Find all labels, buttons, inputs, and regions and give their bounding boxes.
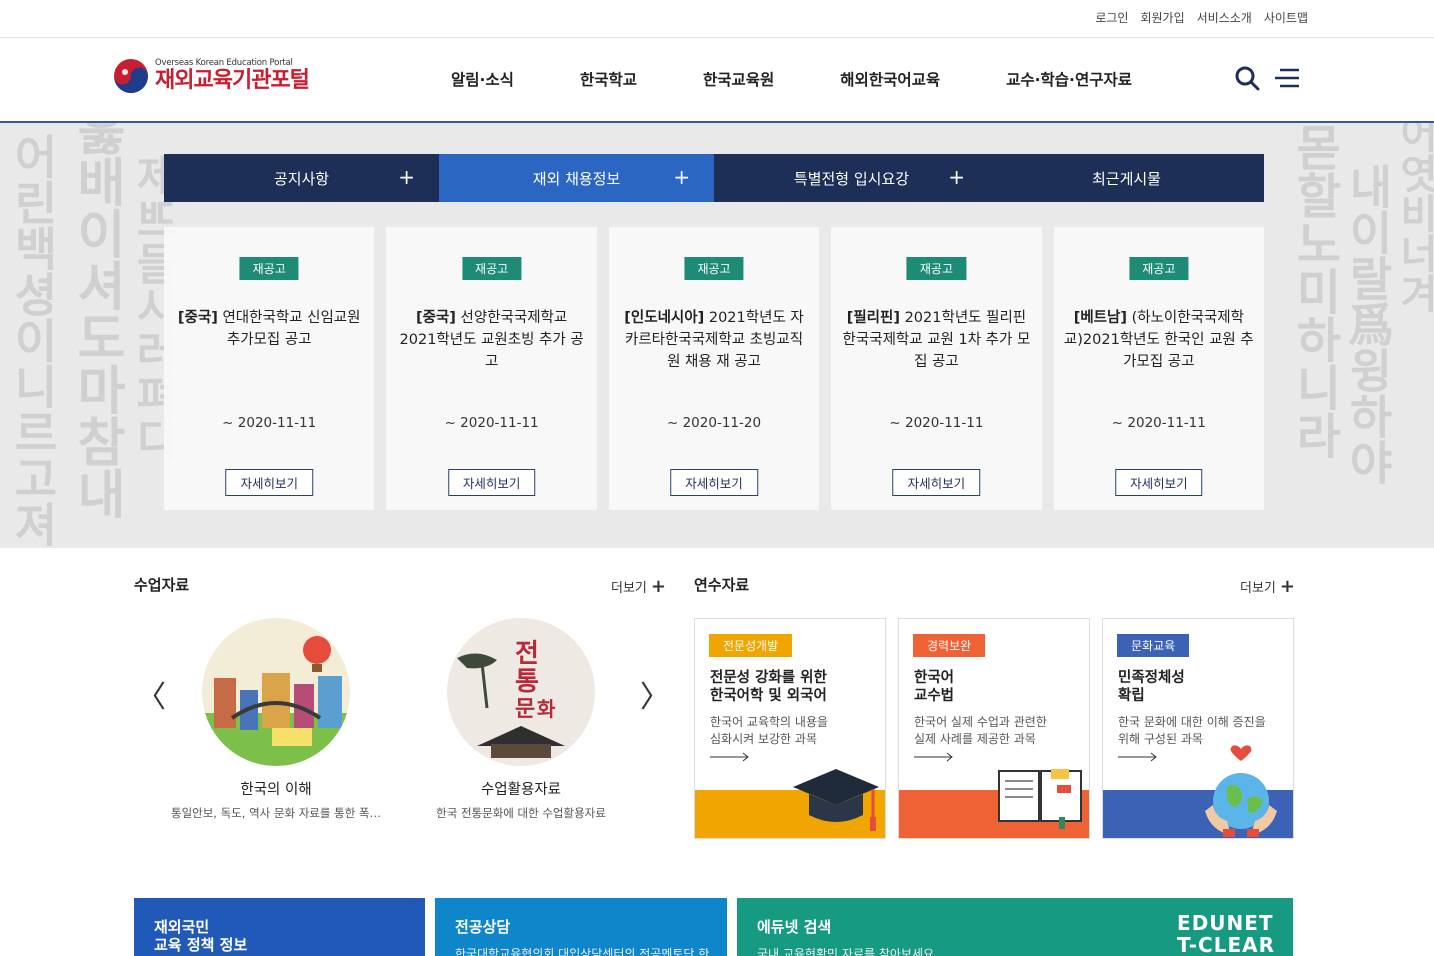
banner-title: 전공상담: [455, 918, 511, 936]
course-title: 전문성 강화를 위한 한국어학 및 외국어: [710, 670, 827, 704]
card-title: [중국] 연대한국학교 신임교원 추가모집 공고: [177, 310, 361, 348]
arrow-right-icon: [914, 752, 953, 762]
signup-link[interactable]: 회원가입: [1134, 9, 1190, 26]
card-date: ~ 2020-11-20: [666, 415, 762, 431]
tab-recruitment[interactable]: 재외 채용정보 +: [439, 154, 714, 202]
search-icon[interactable]: [1234, 65, 1260, 91]
course-card-career[interactable]: 경력보완 한국어 교수법 한국어 실제 수업과 관련한 실제 사례를 제공한 과목: [898, 618, 1090, 839]
card-title: [베트남] (하노이한국국제학교)2021학년도 한국인 교원 추가모집 공고: [1063, 310, 1254, 370]
banner-major-counseling[interactable]: 전공상담 한국대학교육협의회 대입상담센터의 전공멘토단 한: [435, 898, 727, 956]
card-title: [필리핀] 2021학년도 필리핀 한국국제학교 교원 1차 추가 모집 공고: [842, 310, 1031, 370]
recruitment-cards: 재공고 [중국] 연대한국학교 신임교원 추가모집 공고 ~ 2020-11-1…: [164, 227, 1265, 510]
svg-text:통: 통: [515, 667, 539, 697]
globe-hands-icon: [1205, 745, 1277, 837]
sitemap-link[interactable]: 사이트맵: [1258, 9, 1314, 26]
carousel-next-arrow[interactable]: 〉: [640, 672, 670, 716]
category-badge: 전문성개발: [709, 634, 793, 657]
utility-links: 로그인 회원가입 서비스소개 사이트맵: [1089, 9, 1314, 26]
login-link[interactable]: 로그인: [1089, 9, 1134, 26]
banner-education-policy[interactable]: 재외국민 교육 정책 정보: [134, 898, 425, 956]
recruit-card[interactable]: 재공고 [중국] 연대한국학교 신임교원 추가모집 공고 ~ 2020-11-1…: [164, 227, 375, 510]
nav-item-teaching-resources[interactable]: 교수·학습·연구자료: [973, 68, 1165, 90]
tab-notice[interactable]: 공지사항 +: [164, 154, 439, 202]
course-title: 한국어 교수법: [914, 670, 955, 704]
lessons-more-link[interactable]: 더보기 +: [611, 576, 666, 597]
banner-edunet-search[interactable]: 에듀넷 검색 국내 교육현황민 자료를 찾아보세요 EDUNET T-CLEAR: [737, 898, 1293, 956]
lessons-section-title: 수업자료: [134, 576, 190, 594]
status-badge: 재공고: [684, 257, 744, 280]
tab-special-admission[interactable]: 특별전형 입시요강 +: [714, 154, 989, 202]
course-title: 민족정체성 확립: [1118, 670, 1185, 704]
lesson-slide[interactable]: 한국의 이해 통일안보, 독도, 역사 문화 자료를 통한 폭…: [160, 618, 392, 821]
banner-description: 국내 교육현황민 자료를 찾아보세요: [757, 947, 935, 956]
header: Overseas Korean Education Portal 재외교육기관포…: [0, 38, 1434, 123]
plus-icon: +: [1279, 576, 1295, 597]
nav-item-education-center[interactable]: 한국교육원: [670, 68, 807, 90]
site-logo[interactable]: Overseas Korean Education Portal 재외교육기관포…: [113, 58, 310, 94]
menu-icon[interactable]: [1274, 67, 1300, 89]
status-badge: 재공고: [239, 257, 299, 280]
main-nav: 알림·소식 한국학교 한국교육원 해외한국어교육 교수·학습·연구자료: [418, 68, 1165, 90]
utility-bar: 로그인 회원가입 서비스소개 사이트맵: [0, 0, 1434, 38]
category-badge: 문화교육: [1117, 634, 1190, 657]
training-section-title: 연수자료: [694, 576, 750, 594]
recruit-card[interactable]: 재공고 [필리핀] 2021학년도 필리핀 한국국제학교 교원 1차 추가 모집…: [831, 227, 1042, 510]
nav-item-overseas-korean[interactable]: 해외한국어교육: [807, 68, 973, 90]
plus-icon[interactable]: +: [948, 165, 965, 189]
course-card-professional[interactable]: 전문성개발 전문성 강화를 위한 한국어학 및 외국어 한국어 교육학의 내용을 심…: [694, 618, 886, 839]
details-button[interactable]: 자세히보기: [447, 469, 536, 496]
card-date: ~ 2020-11-11: [889, 415, 984, 431]
course-card-culture[interactable]: 문화교육 민족정체성 확립 한국 문화에 대한 이해 증진을 위해 구성된 과목: [1102, 618, 1294, 839]
card-title: [중국] 선양한국국제학교 2021학년도 교원초빙 추가 공고: [399, 310, 584, 370]
status-badge: 재공고: [1129, 257, 1189, 280]
status-badge: 재공고: [906, 257, 966, 280]
taegeuk-logo-icon: [114, 59, 148, 93]
training-more-link[interactable]: 더보기 +: [1240, 576, 1295, 597]
open-book-icon: [998, 769, 1082, 829]
tab-recent-posts[interactable]: 최근게시물: [989, 154, 1264, 202]
recruit-card[interactable]: 재공고 [중국] 선양한국국제학교 2021학년도 교원초빙 추가 공고 ~ 2…: [386, 227, 597, 510]
thumbnail-art-text: 전: [515, 639, 539, 669]
lesson-title: 한국의 이해: [240, 782, 312, 798]
service-intro-link[interactable]: 서비스소개: [1191, 9, 1258, 26]
graduation-cap-icon: [793, 769, 879, 831]
course-description: 한국어 교육학의 내용을 심화시켜 보강한 과목: [710, 715, 829, 746]
nav-item-news[interactable]: 알림·소식: [418, 68, 547, 90]
details-button[interactable]: 자세히보기: [892, 469, 981, 496]
course-description: 한국어 실제 수업과 관련한 실제 사례를 제공한 과목: [914, 715, 1047, 746]
banner-title: 에듀넷 검색: [757, 918, 832, 936]
arrow-right-icon: [710, 752, 749, 762]
edunet-logo: EDUNET T-CLEAR: [1177, 911, 1275, 956]
details-button[interactable]: 자세히보기: [670, 469, 758, 496]
recruit-card[interactable]: 재공고 [인도네시아] 2021학년도 자카르타한국국제학교 초빙교직원 채용 …: [608, 227, 820, 510]
nav-item-korean-school[interactable]: 한국학교: [547, 68, 670, 90]
category-badge: 경력보완: [913, 634, 986, 657]
card-date: ~ 2020-11-11: [444, 415, 539, 431]
lesson-slide[interactable]: 전 통 문 화 수업활용자료 한국 전통문화에 대한 수업활용자료: [405, 618, 637, 821]
svg-text:문: 문: [515, 696, 535, 722]
card-title: [인도네시아] 2021학년도 자카르타한국국제학교 초빙교직원 채용 재 공고: [624, 310, 804, 370]
hero-section: 어린백셩이니르고져 훓배이셔도마참내 제ᄠᅳ들시러펴디 몯할노미하니라 내이랄爲…: [0, 123, 1434, 548]
lesson-title: 수업활용자료: [480, 782, 562, 798]
card-date: ~ 2020-11-11: [222, 415, 317, 431]
card-date: ~ 2020-11-11: [1111, 415, 1206, 431]
recruit-card[interactable]: 재공고 [베트남] (하노이한국국제학교)2021학년도 한국인 교원 추가모집…: [1053, 227, 1265, 510]
banner-description: 한국대학교육협의회 대입상담센터의 전공멘토단 한: [455, 947, 710, 956]
logo-title: 재외교육기관포털: [155, 68, 310, 93]
arrow-right-icon: [1118, 752, 1157, 762]
status-badge: 재공고: [462, 257, 522, 280]
banner-title: 재외국민 교육 정책 정보: [154, 918, 248, 954]
lesson-description: 한국 전통문화에 대한 수업활용자료: [436, 806, 606, 820]
plus-icon[interactable]: +: [398, 165, 415, 189]
details-button[interactable]: 자세히보기: [1115, 469, 1203, 496]
plus-icon[interactable]: +: [673, 165, 690, 189]
lesson-thumbnail: 전 통 문 화: [447, 618, 595, 766]
board-tabs: 공지사항 + 재외 채용정보 + 특별전형 입시요강 + 최근게시물: [164, 154, 1264, 202]
svg-text:화: 화: [537, 697, 556, 721]
lesson-thumbnail: [202, 618, 350, 766]
details-button[interactable]: 자세히보기: [225, 469, 313, 496]
logo-subtitle: Overseas Korean Education Portal: [155, 58, 293, 68]
plus-icon: +: [650, 576, 666, 597]
lesson-description: 통일안보, 독도, 역사 문화 자료를 통한 폭…: [170, 806, 382, 820]
